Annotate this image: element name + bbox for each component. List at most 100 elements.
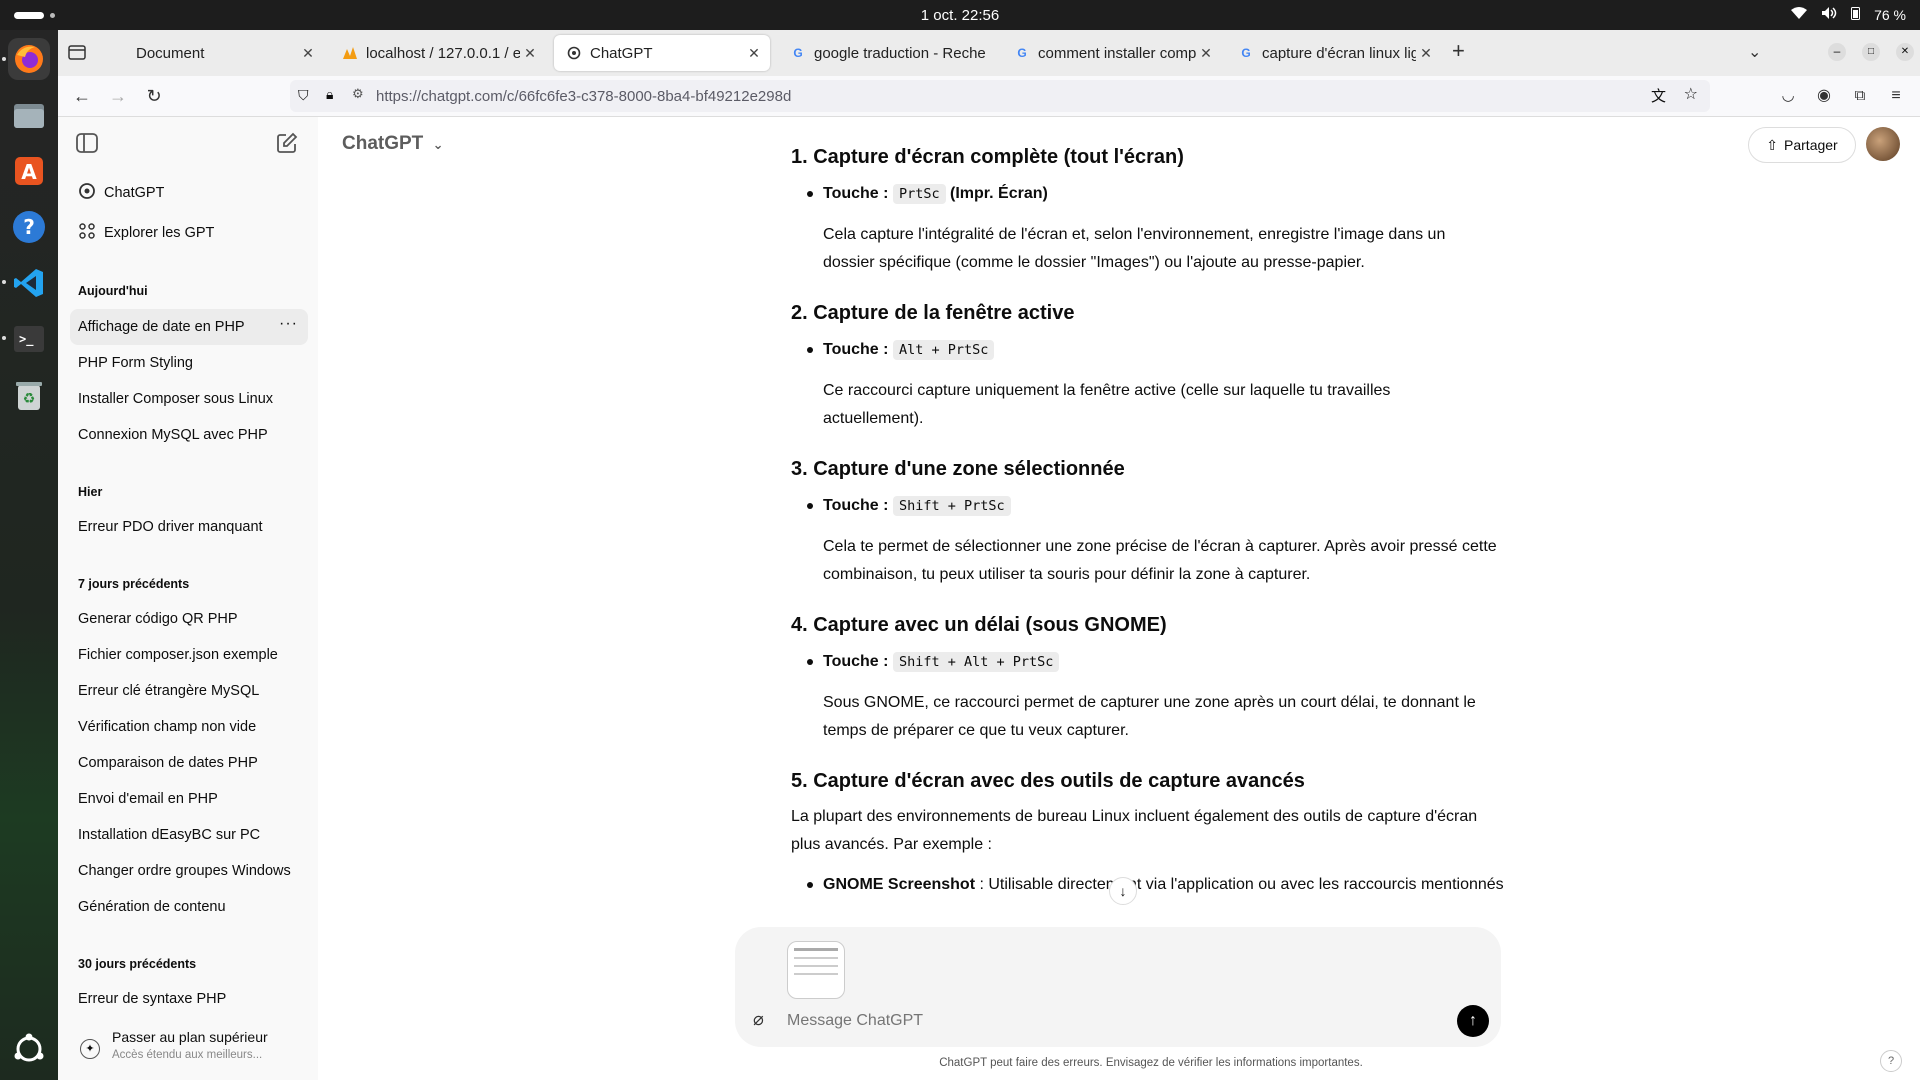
chat-item[interactable]: Installation dEasyBC sur PC: [70, 817, 308, 853]
reload-icon[interactable]: ↻: [142, 84, 166, 108]
help-icon[interactable]: ?: [8, 206, 50, 248]
shield-icon[interactable]: ⛉: [298, 87, 309, 104]
show-apps-icon[interactable]: [8, 1028, 50, 1070]
menu-icon[interactable]: ≡: [1884, 84, 1908, 108]
chat-item-label: Envoi d'email en PHP: [78, 791, 218, 807]
terminal-icon[interactable]: >_: [8, 318, 50, 360]
chat-item[interactable]: Erreur de syntaxe PHP: [70, 981, 308, 1017]
back-icon[interactable]: ←: [70, 84, 94, 108]
chat-item-label: Erreur de syntaxe PHP: [78, 991, 227, 1007]
para-line: La plupart des environnements de bureau …: [791, 808, 1478, 825]
document-icon: [112, 45, 128, 61]
account-icon[interactable]: ◉: [1812, 84, 1836, 108]
extensions-icon[interactable]: ⧉: [1848, 84, 1872, 108]
tab-google-traduction[interactable]: G google traduction - Reche: [778, 35, 994, 71]
chat-item[interactable]: Changer ordre groupes Windows: [70, 853, 308, 889]
lock-icon[interactable]: 🔒︎: [326, 86, 333, 103]
attached-image-thumbnail[interactable]: [787, 941, 845, 999]
help-question-icon[interactable]: ?: [1880, 1050, 1902, 1072]
new-chat-icon[interactable]: [276, 132, 298, 159]
tab-title: google traduction - Reche: [814, 44, 986, 62]
chat-main-area: ChatGPT ⌄ ⇧ Partager 1. Capture d'écran …: [318, 117, 1920, 1080]
browser-navbar: ← → ↻ ⛉ 🔒︎ ⚙ https://chatgpt.com/c/66fc6…: [58, 76, 1920, 117]
activities-indicator[interactable]: [14, 12, 44, 19]
tab-list-chevron-icon[interactable]: ⌄: [1748, 42, 1761, 62]
chat-item[interactable]: Connexion MySQL avec PHP: [70, 417, 308, 453]
chat-item[interactable]: Comparaison de dates PHP: [70, 745, 308, 781]
chat-item-label: Changer ordre groupes Windows: [78, 863, 291, 879]
section-heading: 3. Capture d'une zone sélectionnée: [791, 458, 1125, 480]
files-icon[interactable]: [8, 94, 50, 136]
chat-item-selected[interactable]: Affichage de date en PHP ···: [70, 309, 308, 345]
minimize-icon[interactable]: –: [1828, 43, 1846, 61]
send-button[interactable]: ↑: [1457, 1005, 1489, 1037]
sidebar-item-chatgpt[interactable]: ChatGPT: [70, 175, 308, 211]
chat-item[interactable]: PHP Form Styling: [70, 345, 308, 381]
chat-item-label: Connexion MySQL avec PHP: [78, 427, 268, 443]
google-icon: G: [793, 46, 803, 60]
translate-icon[interactable]: 文: [1651, 85, 1666, 106]
dock-active-indicator-3: [2, 336, 6, 340]
model-selector[interactable]: ChatGPT ⌄: [342, 133, 443, 155]
upgrade-plan-button[interactable]: ✦ Passer au plan supérieur Accès étendu …: [58, 1019, 318, 1080]
vscode-icon[interactable]: [8, 262, 50, 304]
chat-item[interactable]: Vérification champ non vide: [70, 709, 308, 745]
dock-active-indicator: [2, 57, 6, 61]
close-icon[interactable]: ✕: [1196, 45, 1216, 62]
tab-capture-search[interactable]: G capture d'écran linux lign ✕: [1226, 35, 1442, 71]
chat-item-label: Comparaison de dates PHP: [78, 755, 258, 771]
sidebar-item-explore-gpts[interactable]: Explorer les GPT: [70, 215, 308, 251]
window-close-icon[interactable]: ✕: [1896, 43, 1914, 61]
tab-title: Document: [136, 44, 205, 62]
list-item: Touche : PrtSc (Impr. Écran): [807, 180, 1048, 208]
wifi-icon[interactable]: [1791, 6, 1808, 23]
chat-item[interactable]: Fichier composer.json exemple: [70, 637, 308, 673]
share-label: Partager: [1784, 137, 1838, 153]
scroll-down-icon[interactable]: ↓: [1109, 877, 1137, 905]
forward-icon[interactable]: →: [106, 84, 130, 108]
maximize-icon[interactable]: □: [1862, 43, 1880, 61]
volume-icon[interactable]: [1821, 6, 1837, 23]
chat-item-label: Generar código QR PHP: [78, 611, 238, 627]
app-center-icon[interactable]: A: [8, 150, 50, 192]
firefox-view-icon[interactable]: [68, 43, 86, 66]
url-text[interactable]: https://chatgpt.com/c/66fc6fe3-c378-8000…: [376, 88, 791, 105]
chat-item[interactable]: Erreur PDO driver manquant: [70, 509, 308, 545]
close-icon[interactable]: ✕: [744, 45, 764, 62]
paragraph: Cela te permet de sélectionner une zone …: [823, 533, 1503, 589]
chat-item[interactable]: Génération de contenu: [70, 889, 308, 925]
battery-icon[interactable]: [1851, 6, 1861, 23]
phpmyadmin-icon: [342, 45, 358, 61]
clock[interactable]: 1 oct. 22:56: [921, 7, 999, 24]
chat-item[interactable]: Installer Composer sous Linux: [70, 381, 308, 417]
tab-document[interactable]: Document ✕: [100, 35, 324, 71]
chat-item-label: Génération de contenu: [78, 899, 226, 915]
avatar[interactable]: [1866, 127, 1900, 161]
paragraph: La plupart des environnements de bureau …: [791, 803, 1511, 859]
chat-item[interactable]: Generar código QR PHP: [70, 601, 308, 637]
tab-phpmyadmin[interactable]: localhost / 127.0.0.1 / evn ✕: [330, 35, 546, 71]
svg-text:A: A: [21, 160, 37, 184]
trash-icon[interactable]: ♻: [8, 374, 50, 416]
chat-item-label: Affichage de date en PHP: [78, 319, 245, 335]
firefox-icon[interactable]: [8, 38, 50, 80]
new-tab-button[interactable]: +: [1452, 38, 1465, 64]
svg-text:>_: >_: [19, 332, 34, 347]
close-icon[interactable]: ✕: [1416, 45, 1436, 62]
permissions-icon[interactable]: ⚙: [352, 86, 364, 102]
close-icon[interactable]: ✕: [298, 45, 318, 62]
google-icon: G: [1017, 46, 1027, 60]
tab-chatgpt[interactable]: ChatGPT ✕: [554, 35, 770, 71]
chat-item[interactable]: Envoi d'email en PHP: [70, 781, 308, 817]
url-bar[interactable]: ⛉ 🔒︎ ⚙ https://chatgpt.com/c/66fc6fe3-c3…: [290, 80, 1710, 112]
pocket-icon[interactable]: ◡: [1776, 84, 1800, 108]
more-options-icon[interactable]: ···: [279, 315, 298, 333]
message-input[interactable]: [785, 1007, 1389, 1035]
close-icon[interactable]: ✕: [520, 45, 540, 62]
attach-paperclip-icon[interactable]: ⌀: [753, 1009, 764, 1030]
chat-item[interactable]: Erreur clé étrangère MySQL: [70, 673, 308, 709]
bookmark-star-icon[interactable]: ☆: [1684, 84, 1698, 104]
toggle-sidebar-icon[interactable]: [76, 133, 98, 158]
share-button[interactable]: ⇧ Partager: [1748, 127, 1856, 163]
tab-composer-search[interactable]: G comment installer compo ✕: [1002, 35, 1222, 71]
